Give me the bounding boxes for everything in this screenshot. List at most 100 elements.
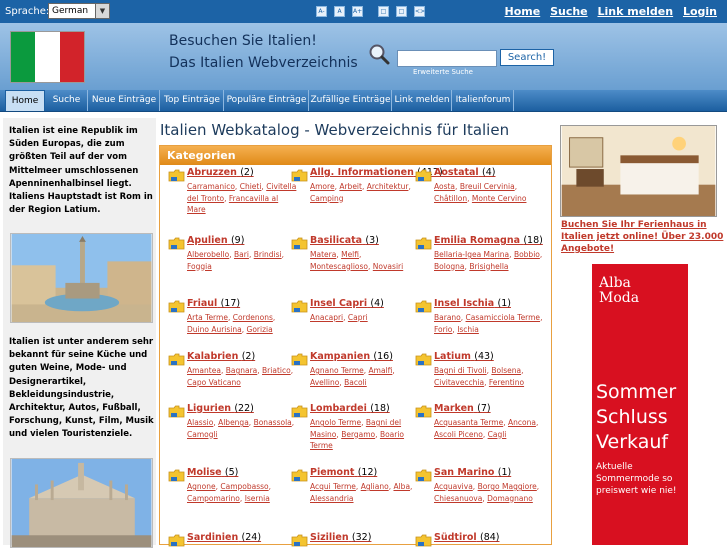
category-link[interactable]: Abruzzen (2) [187,167,254,178]
layout-fluid-button[interactable]: <> [414,6,425,17]
category-link[interactable]: Insel Capri (4) [310,298,384,309]
subcategory-link[interactable]: Ancona [508,418,536,427]
subcategory-link[interactable]: Matera [310,250,336,259]
category-name[interactable]: Piemont [310,467,354,478]
tab-suche[interactable]: Suche [46,90,88,111]
font-decrease-button[interactable]: A- [316,6,327,17]
holiday-ad-link[interactable]: Buchen Sie Ihr Ferienhaus in Italien jet… [561,219,726,255]
subcategory-link[interactable]: Avellino [310,378,339,387]
category-link[interactable]: Apulien (9) [187,235,244,246]
subcategory-link[interactable]: Bonassola [254,418,292,427]
subcategory-link[interactable]: Bari [234,250,249,259]
category-name[interactable]: Sardinien [187,532,238,543]
category-name[interactable]: Friaul [187,298,217,309]
subcategory-link[interactable]: Capri [348,313,368,322]
report-link[interactable]: Link melden [597,5,673,18]
subcategory-link[interactable]: Alba [393,482,410,491]
search-input[interactable] [397,50,497,67]
subcategory-link[interactable]: Gorizia [247,325,273,334]
subcategory-link[interactable]: Anacapri [310,313,343,322]
subcategory-link[interactable]: Bologna [434,262,465,271]
category-name[interactable]: Insel Ischia [434,298,494,309]
category-name[interactable]: Basilicata [310,235,362,246]
subcategory-link[interactable]: Alessandria [310,494,354,503]
subcategory-link[interactable]: Aosta [434,182,455,191]
subcategory-link[interactable]: Alberobello [187,250,229,259]
login-link[interactable]: Login [683,5,717,18]
subcategory-link[interactable]: Alassio [187,418,213,427]
category-link[interactable]: Molise (5) [187,467,238,478]
subcategory-link[interactable]: Arta Terme [187,313,228,322]
category-link[interactable]: Basilicata (3) [310,235,379,246]
tab-zufaellige-eintraege[interactable]: Zufällige Einträge [310,90,392,111]
chevron-down-icon[interactable]: ▼ [95,3,110,19]
subcategory-link[interactable]: Bagni di Tivoli [434,366,487,375]
subcategory-link[interactable]: Chieti [240,182,262,191]
subcategory-link[interactable]: Breuil Cervinia [460,182,515,191]
subcategory-link[interactable]: Amore [310,182,335,191]
category-link[interactable]: Aostatal (4) [434,167,495,178]
subcategory-link[interactable]: Briatico [262,366,291,375]
category-name[interactable]: Lombardei [310,403,367,414]
subcategory-link[interactable]: Châtillon [434,194,467,203]
category-name[interactable]: Emilia Romagna [434,235,520,246]
subcategory-link[interactable]: Architektur [367,182,409,191]
category-link[interactable]: Südtirol (84) [434,532,500,543]
subcategory-link[interactable]: Amantea [187,366,221,375]
subcategory-link[interactable]: Brisighella [469,262,508,271]
category-name[interactable]: Molise [187,467,222,478]
category-name[interactable]: Latium [434,351,471,362]
category-name[interactable]: Kampanien [310,351,370,362]
subcategory-link[interactable]: Novasiri [373,262,403,271]
layout-narrow-button[interactable]: □ [378,6,389,17]
category-name[interactable]: Kalabrien [187,351,238,362]
category-name[interactable]: Sizilien [310,532,349,543]
subcategory-link[interactable]: Arbeit [339,182,362,191]
subcategory-link[interactable]: Barano [434,313,461,322]
subcategory-link[interactable]: Amalfi [369,366,393,375]
subcategory-link[interactable]: Bacoli [344,378,367,387]
subcategory-link[interactable]: Cagli [488,430,507,439]
category-name[interactable]: Apulien [187,235,228,246]
search-link[interactable]: Suche [550,5,588,18]
subcategory-link[interactable]: Bergamo [341,430,375,439]
subcategory-link[interactable]: Monte Cervino [472,194,527,203]
subcategory-link[interactable]: Foggia [187,262,212,271]
holiday-house-photo[interactable] [560,125,717,217]
category-link[interactable]: Kalabrien (2) [187,351,255,362]
category-name[interactable]: Südtirol [434,532,477,543]
subcategory-link[interactable]: Agnano Terme [310,366,364,375]
category-link[interactable]: Sizilien (32) [310,532,371,543]
tab-link-melden[interactable]: Link melden [393,90,452,111]
subcategory-link[interactable]: Campobasso [220,482,268,491]
category-name[interactable]: Ligurien [187,403,231,414]
category-link[interactable]: Emilia Romagna (18) [434,235,543,246]
tab-home[interactable]: Home [5,90,45,111]
subcategory-link[interactable]: Forio [434,325,452,334]
subcategory-link[interactable]: Bagnara [226,366,258,375]
subcategory-link[interactable]: Borgo Maggiore [478,482,537,491]
tab-neue-eintraege[interactable]: Neue Einträge [89,90,160,111]
category-name[interactable]: San Marino [434,467,494,478]
subcategory-link[interactable]: Bolsena [491,366,521,375]
category-name[interactable]: Aostatal [434,167,479,178]
subcategory-link[interactable]: Albenga [218,418,249,427]
subcategory-link[interactable]: Ascoli Piceno [434,430,483,439]
category-link[interactable]: San Marino (1) [434,467,511,478]
subcategory-link[interactable]: Agnone [187,482,216,491]
subcategory-link[interactable]: Civitavecchia [434,378,484,387]
category-link[interactable]: Latium (43) [434,351,494,362]
category-link[interactable]: Marken (7) [434,403,491,414]
subcategory-link[interactable]: Carramanico [187,182,235,191]
subcategory-link[interactable]: Acquasanta Terme [434,418,503,427]
subcategory-link[interactable]: Ischia [457,325,479,334]
subcategory-link[interactable]: Cordenons [233,313,273,322]
category-name[interactable]: Allg. Informationen [310,167,414,178]
subcategory-link[interactable]: Melfi [341,250,359,259]
subcategory-link[interactable]: Ferentino [489,378,524,387]
italy-flag-logo[interactable] [10,31,85,83]
subcategory-link[interactable]: Montescaglioso [310,262,368,271]
subcategory-link[interactable]: Chiesanuova [434,494,482,503]
home-link[interactable]: Home [505,5,541,18]
alba-moda-banner[interactable]: Alba Moda Sommer Schluss Verkauf Aktuell… [592,264,688,545]
